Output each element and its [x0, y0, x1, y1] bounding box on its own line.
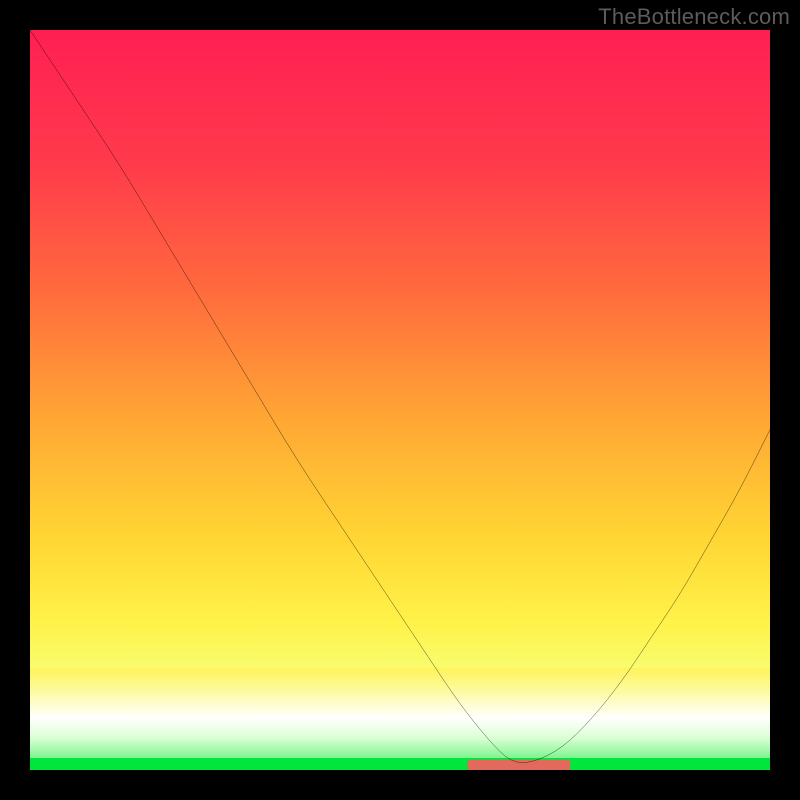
chart-frame: TheBottleneck.com	[0, 0, 800, 800]
curve-layer	[30, 30, 770, 770]
bottleneck-curve	[30, 30, 770, 763]
plot-area	[30, 30, 770, 770]
watermark-text: TheBottleneck.com	[598, 4, 790, 30]
flat-region-bar	[467, 759, 571, 770]
